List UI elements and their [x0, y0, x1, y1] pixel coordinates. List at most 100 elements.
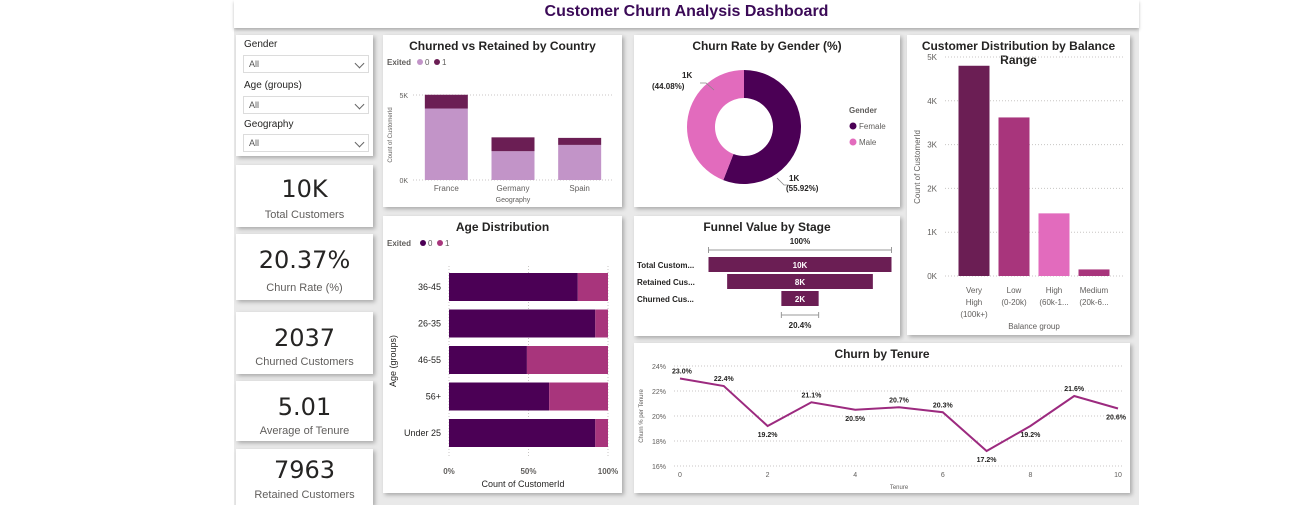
- gender-chart-svg: 1K(55.92%)1K(44.08%)GenderFemaleMale: [652, 70, 886, 193]
- legend-label: 0: [425, 58, 430, 67]
- chart-tenure[interactable]: Churn by Tenure 16% 18% 20% 22% 24% 0 2 4 6 8 10 Te…: [634, 343, 1130, 493]
- chevron-down-icon: [354, 99, 365, 110]
- data-label: 21.6%: [1064, 386, 1085, 393]
- kpi-label: Average of Tenure: [259, 425, 350, 437]
- x-tick-label: 0: [678, 472, 682, 479]
- legend-title: Gender: [849, 106, 877, 115]
- slice-percent-label: (44.08%): [652, 82, 685, 91]
- kpi-card-churned-customers: 2037 Churned Customers: [236, 312, 373, 374]
- chart-gender[interactable]: Churn Rate by Gender (%) 1K (55.92%) 1K (44…: [634, 35, 900, 207]
- funnel-value-label: 2K: [795, 295, 805, 304]
- kpi-value: 7963: [273, 456, 336, 484]
- bar-segment: [449, 419, 596, 447]
- y-axis-label: Churn % per Tenure: [639, 389, 645, 443]
- slice-value-label: 1K: [789, 174, 799, 183]
- dashboard-title: Customer Churn Analysis Dashboard: [544, 3, 829, 20]
- funnel-stage-label: Total Custom...: [637, 261, 694, 270]
- x-tick-label: 50%: [520, 467, 536, 476]
- data-label: 20.5%: [845, 416, 866, 423]
- funnel-value-label: 8K: [795, 278, 805, 287]
- chevron-down-icon: [354, 137, 365, 148]
- legend-title: Exited: [387, 239, 411, 248]
- funnel-chart-svg: 100% 10K Total Custom... 8K Retained Cus... 2…: [637, 237, 892, 330]
- data-label: 20.7%: [889, 397, 910, 404]
- legend-label: 1: [442, 58, 447, 67]
- y-axis-label: Age (groups): [388, 335, 398, 387]
- y-tick-label: 20%: [652, 414, 666, 421]
- x-tick-label: Medium: [1080, 286, 1109, 295]
- y-tick-label: 4K: [927, 97, 937, 106]
- bar: [958, 65, 990, 276]
- kpi-card-churn-rate: 20.37% Churn Rate (%): [236, 234, 373, 300]
- tenure-chart-svg: 16% 18% 20% 22% 24% 0 2 4 6 8 10 Tenure Churn % per …: [639, 364, 1127, 491]
- legend-label: Male: [859, 138, 877, 147]
- y-tick-label: 18%: [652, 439, 666, 446]
- x-axis-label: Tenure: [890, 485, 909, 491]
- legend-marker: [434, 59, 440, 65]
- x-axis-label: Geography: [496, 197, 531, 204]
- bar-segment: [558, 144, 602, 180]
- slicer-panel: Gender All Age (groups) All Geography Al…: [236, 35, 373, 156]
- y-tick-label: 24%: [652, 364, 666, 371]
- bar-segment: [595, 309, 608, 338]
- gender-slicer-label: Gender: [244, 39, 278, 50]
- chart-funnel[interactable]: Funnel Value by Stage 100% 10K Total Custo…: [634, 216, 900, 336]
- legend-label: 0: [428, 239, 433, 248]
- geography-slicer-label: Geography: [244, 119, 294, 130]
- y-tick-label: 3K: [927, 141, 937, 150]
- y-tick-label: 5K: [927, 53, 937, 62]
- age-value: All: [249, 100, 260, 110]
- x-axis-label: Count of CustomerId: [481, 479, 564, 489]
- legend-label: Female: [859, 122, 886, 131]
- data-label: 23.0%: [672, 369, 693, 376]
- x-tick-label: 4: [853, 472, 857, 479]
- series-line: [679, 377, 1119, 453]
- kpi-value: 5.01: [277, 393, 332, 421]
- legend-title: Exited: [387, 58, 411, 67]
- bar-segment: [595, 419, 608, 447]
- legend-label: 1: [445, 239, 450, 248]
- x-tick-label: Germany: [497, 184, 530, 193]
- geography-dropdown[interactable]: All: [243, 134, 369, 152]
- x-tick-label: Very: [966, 286, 982, 295]
- data-label: 19.2%: [1020, 432, 1041, 439]
- y-tick-label: 1K: [927, 228, 937, 237]
- x-tick-label: (100k+): [960, 310, 988, 319]
- age-chart-svg: Exited 0 1 0% 50% 100% Count of CustomerId Age …: [387, 239, 618, 489]
- x-tick-label: 2: [766, 472, 770, 479]
- x-tick-label: 0%: [443, 467, 455, 476]
- y-tick-label: 36-45: [418, 282, 441, 292]
- bar: [1038, 213, 1070, 276]
- x-tick-label: 6: [941, 472, 945, 479]
- gender-dropdown[interactable]: All: [243, 55, 369, 73]
- x-tick-label: 100%: [598, 467, 618, 476]
- bar-segment: [449, 346, 527, 374]
- x-tick-label: France: [434, 184, 459, 193]
- legend-marker: [437, 240, 443, 246]
- funnel-bottom-label: 20.4%: [789, 321, 812, 330]
- kpi-label: Churned Customers: [255, 356, 354, 368]
- chevron-down-icon: [354, 58, 365, 69]
- funnel-top-label: 100%: [790, 237, 810, 246]
- bar-segment: [491, 137, 535, 152]
- x-tick-label: 8: [1028, 472, 1032, 479]
- chart-balance[interactable]: Customer Distribution by Balance Range 0…: [907, 35, 1130, 335]
- country-chart-svg: Exited 0 1 5K 0K Count of CustomerId France Ger…: [387, 58, 613, 204]
- age-dropdown[interactable]: All: [243, 96, 369, 114]
- y-tick-label: 22%: [652, 389, 666, 396]
- report-canvas: Customer Churn Analysis Dashboard Gender…: [234, 0, 1139, 505]
- funnel-stage-label: Retained Cus...: [637, 278, 695, 287]
- legend-marker: [849, 138, 857, 146]
- balance-chart-svg: 0K 1K 2K 3K 4K 5K Count of CustomerId Very High (…: [913, 53, 1125, 331]
- chart-country[interactable]: Churned vs Retained by Country Exited 0 1 5…: [383, 35, 622, 207]
- bar-segment: [449, 273, 578, 301]
- bar-segment: [558, 137, 602, 145]
- chart-age[interactable]: Age Distribution Exited 0 1 0% 50% 100% Count …: [383, 216, 622, 493]
- bar-segment: [577, 273, 608, 301]
- y-tick-label: 2K: [927, 184, 937, 193]
- data-label: 22.4%: [714, 376, 735, 383]
- data-label: 21.1%: [801, 392, 822, 399]
- x-tick-label: 10: [1114, 472, 1122, 479]
- kpi-label: Total Customers: [264, 209, 345, 221]
- bar-segment: [424, 94, 468, 109]
